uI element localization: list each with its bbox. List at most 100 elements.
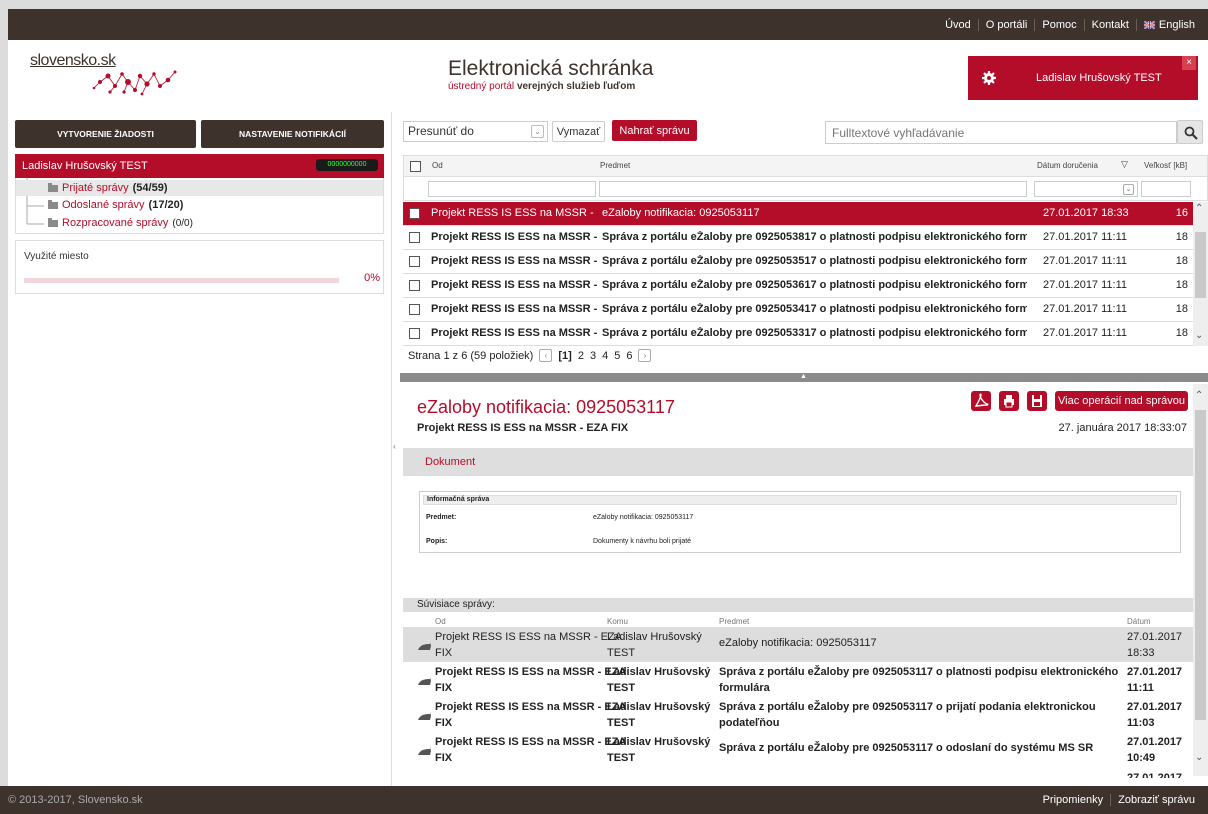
nav-pomoc[interactable]: Pomoc (1034, 18, 1083, 31)
nav-kontakt[interactable]: Kontakt (1083, 18, 1136, 31)
nav-o-portali[interactable]: O portáli (977, 18, 1035, 31)
close-icon[interactable]: × (1182, 56, 1196, 70)
scroll-down-icon[interactable]: ⌄ (1195, 330, 1203, 341)
related-to-cont: TEST (607, 682, 636, 694)
page-2[interactable]: 2 (578, 350, 584, 362)
related-subject: Správa z portálu eŽaloby pre 0925053117 … (719, 742, 1094, 754)
message-row[interactable]: Projekt RESS IS ESS na MSSR -... Správa … (403, 250, 1208, 274)
related-header-row: Od Komu Predmet Dátum (403, 613, 1196, 627)
row-checkbox[interactable] (409, 256, 420, 267)
message-row[interactable]: Projekt RESS IS ESS na MSSR -... Správa … (403, 322, 1208, 346)
message-row[interactable]: Projekt RESS IS ESS na MSSR -... Správa … (403, 226, 1208, 250)
upload-message-button[interactable]: Nahrať správu (612, 120, 697, 141)
save-button[interactable] (1027, 391, 1047, 411)
uk-flag-icon (1143, 20, 1155, 29)
fulltext-search-input[interactable] (825, 121, 1177, 144)
next-page-icon[interactable]: › (638, 349, 652, 362)
chevron-left-icon[interactable]: ‹ (393, 442, 396, 451)
scrollbar-thumb[interactable] (1195, 232, 1206, 298)
notification-settings-button[interactable]: NASTAVENIE NOTIFIKÁCIÍ (201, 120, 384, 148)
feedback-link[interactable]: Pripomienky (1036, 794, 1111, 806)
save-icon (1032, 395, 1042, 407)
row-checkbox[interactable] (409, 232, 420, 243)
message-row[interactable]: Projekt RESS IS ESS na MSSR -... Správa … (403, 298, 1208, 322)
page-4[interactable]: 4 (602, 350, 608, 362)
row-checkbox[interactable] (409, 280, 420, 291)
folder-sent[interactable]: Odoslané správy (17/20) (48, 199, 183, 211)
language-label: English (1158, 18, 1195, 31)
chevron-down-icon: ⌄ (531, 125, 544, 138)
folder-inbox[interactable]: Prijaté správy (54/59) (16, 180, 383, 196)
scrollbar-thumb[interactable] (1195, 410, 1206, 720)
scroll-up-icon[interactable]: ⌃ (1195, 390, 1203, 401)
filter-subject-input[interactable] (599, 181, 1027, 197)
page-3[interactable]: 3 (590, 350, 596, 362)
folder-drafts-count: (0/0) (172, 217, 193, 229)
related-to: Ladislav Hrušovský (607, 666, 711, 678)
select-all-checkbox[interactable] (410, 161, 421, 172)
related-to-cont: TEST (607, 752, 636, 764)
pdf-button[interactable] (971, 391, 991, 411)
scroll-down-icon[interactable]: ⌄ (1195, 752, 1203, 763)
row-size: 18 (1175, 303, 1188, 315)
gear-icon[interactable] (982, 71, 996, 85)
related-from-cont: FIX (435, 752, 453, 764)
folder-drafts[interactable]: Rozpracované správy (0/0) (48, 217, 193, 229)
more-actions-button[interactable]: Viac operácií nad správou (1055, 391, 1188, 411)
row-checkbox[interactable] (409, 208, 420, 219)
panel-collapse-handle[interactable]: ‹ (391, 112, 400, 786)
sort-icon[interactable]: ▽ (1121, 159, 1128, 170)
delete-button[interactable]: Vymazať (552, 121, 605, 142)
scroll-up-icon[interactable]: ⌃ (1195, 203, 1203, 214)
site-logo[interactable]: slovensko.sk (30, 52, 177, 96)
related-row[interactable]: Projekt RESS IS ESS na MSSR - EZA FIX Lad… (403, 662, 1196, 697)
row-checkbox[interactable] (409, 328, 420, 339)
move-to-select[interactable]: Presunúť do ⌄ (403, 121, 548, 142)
folder-drafts-label: Rozpracované správy (62, 217, 169, 229)
filter-from-input[interactable] (428, 181, 596, 197)
folder-inbox-count: (54/59) (132, 182, 168, 194)
search-icon (1184, 126, 1198, 140)
page-6[interactable]: 6 (626, 350, 632, 362)
account-header[interactable]: Ladislav Hrušovský TEST 0000000000 (15, 154, 384, 178)
message-row[interactable]: Projekt RESS IS ESS na MSSR -... Správa … (403, 274, 1208, 298)
col-date[interactable]: Dátum doručenia (1037, 161, 1098, 170)
related-time: 10:49 (1127, 752, 1156, 764)
create-request-button[interactable]: VYTVORENIE ŽIADOSTI (15, 120, 196, 148)
related-row[interactable]: Projekt RESS IS ESS na MSSR - EZA FIX Lad… (403, 732, 1196, 768)
language-switch[interactable]: English (1135, 18, 1202, 31)
print-button[interactable] (999, 391, 1019, 411)
related-row[interactable]: Projekt RESS IS ESS na MSSR - EZA FIX Lad… (403, 697, 1196, 732)
split-divider[interactable]: ▲ (400, 373, 1208, 382)
nav-uvod[interactable]: Úvod (938, 19, 978, 31)
row-size: 18 (1175, 255, 1188, 267)
top-navigation: Úvod O portáli Pomoc Kontakt English (8, 9, 1208, 40)
col-subject[interactable]: Predmet (600, 161, 630, 170)
row-checkbox[interactable] (409, 304, 420, 315)
prev-page-icon[interactable]: ‹ (539, 349, 553, 362)
filter-date-select[interactable]: ⌄ (1034, 181, 1138, 197)
grid-scrollbar[interactable]: ⌃ ⌄ (1193, 202, 1208, 346)
related-date: 27.01.2017 (1127, 736, 1183, 748)
row-date: 27.01.2017 11:11 (1043, 327, 1128, 339)
related-row[interactable]: Projekt RESS IS ESS na MSSR - EZA FIX Lad… (403, 627, 1196, 662)
related-from-cont: FIX (435, 717, 453, 729)
detail-scrollbar[interactable]: ⌃ ⌄ (1193, 384, 1208, 776)
message-row[interactable]: Projekt RESS IS ESS na MSSR - E... eZalo… (403, 202, 1208, 226)
filter-size-input[interactable] (1141, 181, 1191, 197)
user-box[interactable]: Ladislav Hrušovský TEST × (968, 56, 1198, 100)
page-5[interactable]: 5 (614, 350, 620, 362)
tab-document[interactable]: Dokument (425, 456, 475, 468)
show-message-link[interactable]: Zobraziť správu (1110, 794, 1202, 806)
row-subject: Správa z portálu eŽaloby pre 0925053417 … (602, 303, 1027, 315)
col-from[interactable]: Od (432, 161, 443, 170)
page-1[interactable]: [1] (558, 350, 571, 362)
row-from: Projekt RESS IS ESS na MSSR -... (431, 255, 597, 267)
col-size[interactable]: Veľkosť [kB] (1144, 161, 1187, 170)
chevron-up-icon[interactable]: ▲ (800, 373, 807, 380)
related-date: 27.01.2017 (1127, 631, 1183, 643)
info-subject-value: eZaloby notifikacia: 0925053117 (593, 514, 694, 521)
storage-progress-bar (24, 278, 339, 283)
storage-percent: 0% (364, 272, 380, 284)
search-button[interactable] (1177, 120, 1203, 144)
